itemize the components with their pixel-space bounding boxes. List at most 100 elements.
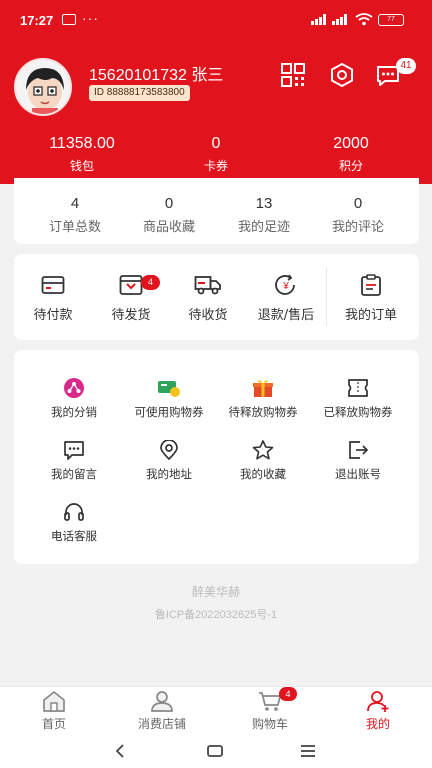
system-nav-bar: [0, 736, 432, 768]
service-phone-support[interactable]: 电话客服: [24, 502, 124, 544]
star-icon: [252, 440, 274, 460]
tab-home[interactable]: 首页: [0, 687, 108, 732]
ticket-icon: [348, 379, 368, 397]
tab-label: 我的: [365, 717, 390, 731]
clipboard-icon: [361, 274, 381, 296]
tab-label: 消费店铺: [137, 717, 186, 731]
stat-value: 0: [211, 135, 221, 152]
service-messages[interactable]: 我的留言: [24, 440, 124, 482]
user-id-value: 88888173583800: [106, 87, 185, 98]
tab-label: 购物车: [251, 717, 288, 731]
cart-badge: 4: [279, 687, 297, 701]
battery-icon: 77: [378, 14, 404, 26]
count-value: 13: [255, 195, 273, 212]
count-label: 我的足迹: [237, 220, 290, 235]
service-pending-coupons[interactable]: 待释放购物券: [213, 378, 313, 420]
qrcode-icon[interactable]: [280, 62, 306, 88]
count-reviews[interactable]: 0 我的评论: [308, 195, 408, 235]
truck-icon: [194, 276, 221, 295]
count-orders[interactable]: 4 订单总数: [25, 195, 125, 235]
stat-points[interactable]: 2000 积分: [296, 135, 406, 174]
count-favorites[interactable]: 0 商品收藏: [119, 195, 219, 235]
wifi-icon: [355, 13, 373, 26]
profile-header: 17:27 ··· 77 15620101732 张三 ID 888881735: [0, 0, 432, 184]
service-label: 我的分销: [51, 405, 97, 419]
card-icon: [41, 276, 65, 294]
tab-label: 首页: [41, 717, 66, 731]
order-label: 我的订单: [344, 308, 397, 323]
order-all[interactable]: 我的订单: [331, 274, 411, 323]
stat-label: 积分: [338, 159, 363, 173]
gift-icon: [253, 380, 273, 397]
count-label: 商品收藏: [142, 220, 195, 235]
tab-mine[interactable]: 我的: [324, 687, 432, 732]
menu-icon[interactable]: [299, 740, 317, 762]
count-footprints[interactable]: 13 我的足迹: [214, 195, 314, 235]
service-label: 待释放购物券: [228, 405, 298, 419]
status-more-dots: ···: [82, 10, 99, 26]
order-refund[interactable]: ¥ 退款/售后: [246, 274, 326, 323]
coupon-icon: [158, 381, 180, 397]
order-pending-receipt[interactable]: 待收货: [168, 274, 248, 323]
message-badge: 41: [396, 58, 416, 74]
service-favorites[interactable]: 我的收藏: [213, 440, 313, 482]
status-bar: 17:27 ··· 77: [0, 0, 432, 40]
service-label: 我的地址: [146, 467, 192, 481]
service-label: 可使用购物券: [134, 405, 204, 419]
services-card: 我的分销 可使用购物券 待释放购物券 已释放购物券 我的留言 我的地址 我的收藏…: [14, 350, 419, 564]
username: 15620101732 张三: [89, 67, 224, 84]
count-label: 我的评论: [331, 220, 384, 235]
shop-user-icon: [151, 691, 173, 712]
count-label: 订单总数: [48, 220, 101, 235]
service-released-coupons[interactable]: 已释放购物券: [308, 378, 408, 420]
service-label: 我的留言: [51, 467, 97, 481]
icp-footer[interactable]: 鲁ICP备2022032625号-1: [0, 606, 432, 622]
stat-label: 钱包: [69, 159, 94, 173]
svg-text:¥: ¥: [282, 281, 289, 292]
tab-cart[interactable]: 购物车: [216, 687, 324, 732]
pending-shipment-badge: 4: [141, 275, 160, 290]
user-id-tag: ID 88888173583800: [89, 85, 190, 101]
signal-icon: [332, 14, 347, 25]
orders-divider: [326, 268, 327, 326]
stat-wallet[interactable]: 11358.00 钱包: [27, 135, 137, 174]
orders-card: 待付款 待发货 待收货 ¥ 退款/售后 我的订单: [14, 254, 419, 340]
counts-card: 4 订单总数 0 商品收藏 13 我的足迹 0 我的评论: [14, 178, 419, 244]
brand-footer: 醉美华赫: [191, 585, 240, 599]
stat-value: 2000: [333, 135, 369, 152]
order-label: 待收货: [188, 308, 228, 323]
service-available-coupons[interactable]: 可使用购物券: [119, 378, 219, 420]
order-label: 待付款: [33, 308, 73, 323]
notification-icon: [62, 14, 76, 25]
tab-consumer-store[interactable]: 消费店铺: [108, 687, 216, 732]
user-id-prefix: ID: [94, 87, 104, 98]
bottom-tab-bar: 首页 消费店铺 购物车 我的: [0, 686, 432, 736]
location-icon: [160, 440, 178, 460]
home-icon: [43, 691, 65, 712]
service-label: 已释放购物券: [323, 405, 393, 419]
stat-coupons[interactable]: 0 卡券: [161, 135, 271, 174]
home-button-icon[interactable]: [206, 740, 224, 762]
count-value: 0: [164, 195, 174, 212]
service-address[interactable]: 我的地址: [119, 440, 219, 482]
stat-label: 卡券: [203, 159, 228, 173]
settings-icon[interactable]: [329, 62, 355, 88]
count-value: 0: [353, 195, 363, 212]
signal-icon: [311, 14, 326, 25]
stat-value: 11358.00: [49, 135, 115, 152]
back-icon[interactable]: [112, 740, 128, 762]
logout-icon: [349, 441, 369, 459]
service-label: 退出账号: [335, 467, 381, 481]
headset-icon: [64, 503, 84, 521]
order-label: 退款/售后: [257, 308, 315, 323]
comment-icon: [64, 441, 84, 460]
count-value: 4: [70, 195, 80, 212]
status-time: 17:27: [20, 13, 54, 28]
service-logout[interactable]: 退出账号: [308, 440, 408, 482]
share-icon: [64, 378, 84, 398]
order-pending-payment[interactable]: 待付款: [13, 274, 93, 323]
service-label: 电话客服: [51, 529, 97, 543]
avatar[interactable]: [14, 58, 72, 116]
gift-box-icon: [119, 275, 143, 295]
service-distribution[interactable]: 我的分销: [24, 378, 124, 420]
